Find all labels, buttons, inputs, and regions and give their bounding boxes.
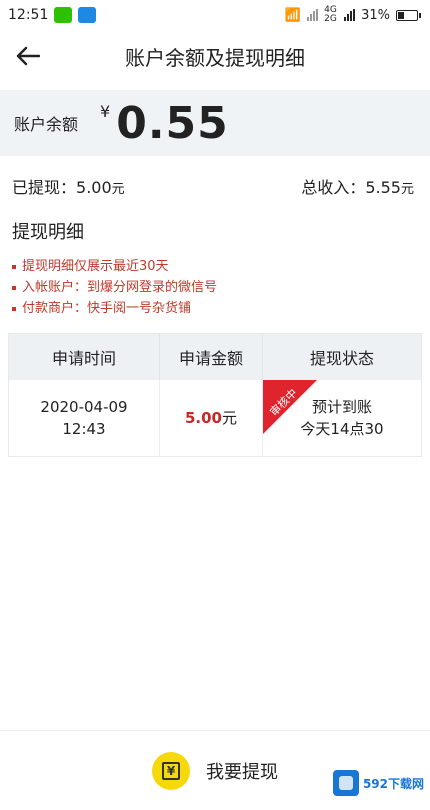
income-summary: 总收入：5.55元 (301, 174, 414, 198)
note-item: 入帐账户：到爆分网登录的微信号 (12, 277, 430, 298)
withdrawn-summary: 已提现：5.00元 (12, 174, 125, 198)
wallet-icon: ¥ (152, 751, 190, 790)
battery-percent: 31% (361, 7, 390, 23)
note-text: 付款商户：快手阅一号杂货铺 (22, 301, 192, 316)
withdraw-table: 申请时间 申请金额 提现状态 2020-04-09 12:43 5.00元 审核… (8, 333, 422, 457)
note-item: 提现明细仅展示最近30天 (12, 256, 430, 277)
income-value: 5.55 (365, 178, 401, 197)
withdrawn-label: 已提现： (12, 178, 77, 197)
table-header: 申请时间 申请金额 提现状态 (9, 334, 421, 380)
table-row[interactable]: 2020-04-09 12:43 5.00元 审核中 预计到账 今天14点30 (9, 380, 421, 456)
wechat-icon (54, 7, 73, 23)
battery-icon (396, 9, 421, 21)
withdrawn-unit: 元 (111, 182, 125, 197)
note-text: 入帐账户：到爆分网登录的微信号 (22, 280, 218, 295)
bullet-icon (12, 285, 16, 290)
withdraw-label: 我要提现 (206, 761, 278, 783)
balance-label: 账户余额 (14, 115, 79, 134)
withdraw-button[interactable]: ¥ 我要提现 (152, 751, 278, 790)
bullet-icon (12, 264, 16, 269)
page-title: 账户余额及提现明细 (125, 45, 305, 70)
status-time: 12:51 (8, 7, 49, 23)
status-bar: 12:51 📶 4G 2G 31% (0, 0, 430, 30)
balance-amount: 0.55 (116, 97, 229, 149)
watermark-logo-icon (332, 770, 359, 796)
cell-status: 审核中 预计到账 今天14点30 (263, 380, 421, 456)
bullet-icon (12, 306, 16, 311)
summary-row: 已提现：5.00元 总收入：5.55元 (0, 174, 430, 198)
note-item: 付款商户：快手阅一号杂货铺 (12, 298, 430, 319)
note-text: 提现明细仅展示最近30天 (22, 259, 169, 274)
message-icon (78, 7, 97, 23)
back-arrow-icon[interactable] (10, 38, 46, 74)
network-type: 4G 2G (324, 5, 337, 24)
status-right: 📶 4G 2G 31% (284, 5, 421, 24)
apply-amount: 5.00 (184, 409, 222, 427)
signal-icon (307, 9, 319, 21)
wifi-icon: 📶 (284, 7, 302, 23)
income-unit: 元 (400, 182, 414, 197)
cell-apply-time: 2020-04-09 12:43 (9, 380, 160, 456)
header-apply-amount: 申请金额 (160, 334, 263, 380)
apply-time: 12:43 (62, 420, 106, 438)
header: 账户余额及提现明细 (0, 30, 430, 82)
balance-card: 账户余额 ¥ 0.55 (0, 90, 430, 156)
watermark: 592下载网 (332, 770, 424, 796)
status-left: 12:51 (8, 7, 97, 23)
cell-amount: 5.00元 (160, 380, 263, 456)
income-label: 总收入： (301, 178, 366, 197)
header-status: 提现状态 (309, 349, 374, 368)
status-line-1: 预计到账 (311, 398, 372, 416)
apply-date: 2020-04-09 (40, 398, 128, 416)
apply-amount-unit: 元 (222, 409, 238, 427)
header-apply-time: 申请时间 (9, 334, 160, 380)
watermark-text: 592下载网 (362, 776, 424, 791)
section-title: 提现明细 (12, 222, 84, 243)
signal-icon-2 (344, 9, 356, 21)
currency-symbol: ¥ (100, 102, 111, 121)
notes-list: 提现明细仅展示最近30天 入帐账户：到爆分网登录的微信号 付款商户：快手阅一号杂… (0, 256, 430, 319)
withdrawn-value: 5.00 (76, 178, 112, 197)
